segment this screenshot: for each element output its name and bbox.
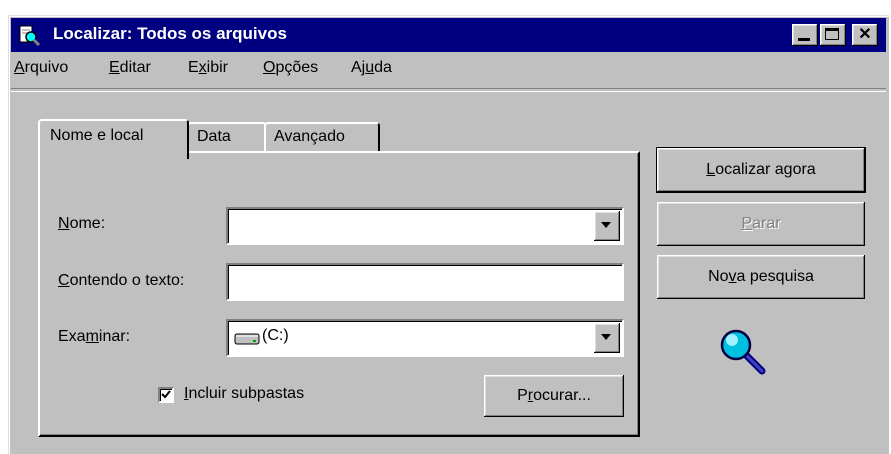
- tab-label: Data: [197, 128, 231, 145]
- magnifying-glass-icon: [720, 329, 766, 375]
- tab-panel-nome-e-local: Nome: Contendo o texto: Examinar: (C:) I…: [38, 151, 640, 437]
- accel-key: L: [706, 161, 716, 178]
- tab-label: Avançado: [274, 128, 345, 145]
- label-text: a pesquisa: [736, 268, 814, 285]
- contendo-label: Contendo o texto:: [58, 272, 184, 290]
- menu-arquivo[interactable]: Arquivo: [14, 59, 68, 77]
- tab-label: Nome e local: [50, 127, 144, 144]
- accel-key: x: [198, 59, 207, 76]
- localizar-agora-button[interactable]: Localizar agora: [656, 147, 866, 193]
- menu-label: pções: [275, 59, 319, 76]
- maximize-icon: [825, 28, 839, 40]
- parar-button[interactable]: Parar: [657, 202, 865, 246]
- accel-key: A: [14, 59, 25, 76]
- incluir-subpastas-label[interactable]: Incluir subpastas: [184, 385, 304, 403]
- close-button[interactable]: ✕: [852, 24, 878, 46]
- menu-exibir[interactable]: Exibir: [188, 59, 228, 77]
- label-text: Exa: [58, 328, 86, 345]
- localizar-agora-label: Localizar agora: [657, 161, 865, 179]
- menu-editar[interactable]: Editar: [109, 59, 151, 77]
- contendo-texto-input[interactable]: [226, 263, 624, 301]
- label-text: P: [517, 387, 528, 404]
- menu-ajuda[interactable]: Ajuda: [351, 59, 392, 77]
- minimize-button[interactable]: [792, 24, 818, 46]
- hard-drive-icon: [234, 333, 260, 345]
- accel-key: u: [365, 59, 375, 76]
- tab-nome-e-local[interactable]: Nome e local: [38, 119, 189, 159]
- label-text: ocalizar agora: [715, 161, 816, 178]
- parar-label: Parar: [657, 215, 865, 233]
- incluir-subpastas-checkbox[interactable]: [158, 387, 174, 403]
- label-text: ontendo o texto:: [69, 272, 185, 289]
- label-text: ocurar...: [533, 387, 591, 404]
- examinar-value: (C:): [262, 327, 289, 344]
- minimize-icon: [798, 38, 810, 41]
- menu-label: da: [374, 59, 392, 76]
- tab-data[interactable]: Data: [187, 122, 267, 154]
- label-text: inar:: [98, 328, 131, 345]
- menu-label: rquivo: [24, 59, 69, 76]
- accel-key: P: [741, 215, 753, 232]
- window-title: Localizar: Todos os arquivos: [53, 24, 287, 43]
- title-bar[interactable]: Localizar: Todos os arquivos ✕: [11, 18, 886, 52]
- examinar-label: Examinar:: [58, 328, 130, 346]
- accel-key: E: [109, 59, 120, 76]
- nome-dropdown-button[interactable]: [594, 211, 620, 241]
- nova-pesquisa-label: Nova pesquisa: [657, 268, 865, 286]
- menu-separator: [11, 88, 886, 92]
- chevron-down-icon: [601, 334, 611, 340]
- label-text: No: [708, 268, 729, 285]
- label-text: arar: [752, 215, 781, 232]
- procurar-label: Procurar...: [484, 387, 624, 405]
- maximize-button[interactable]: [820, 24, 846, 46]
- menu-label: E: [188, 59, 199, 76]
- menu-label: ditar: [119, 59, 151, 76]
- menu-label: ibir: [206, 59, 229, 76]
- examinar-combobox[interactable]: (C:): [226, 319, 624, 357]
- accel-key: N: [58, 215, 70, 232]
- nome-label: Nome:: [58, 215, 105, 233]
- nome-combobox[interactable]: [226, 207, 624, 245]
- menu-opcoes[interactable]: Opções: [263, 59, 318, 77]
- accel-key: O: [263, 59, 276, 76]
- examinar-dropdown-button[interactable]: [594, 323, 620, 353]
- tab-avancado[interactable]: Avançado: [264, 122, 380, 154]
- check-icon: [161, 390, 171, 399]
- label-text: ome:: [69, 215, 106, 232]
- close-icon: ✕: [858, 26, 872, 43]
- procurar-button[interactable]: Procurar...: [484, 375, 624, 417]
- find-window: Localizar: Todos os arquivos ✕ Arquivo E…: [8, 15, 889, 454]
- menu-label: Aj: [351, 59, 366, 76]
- nova-pesquisa-button[interactable]: Nova pesquisa: [657, 255, 865, 299]
- accel-key: m: [85, 328, 99, 345]
- chevron-down-icon: [601, 222, 611, 228]
- accel-key: C: [58, 272, 70, 289]
- accel-key: v: [728, 268, 737, 285]
- label-text: ncluir subpastas: [188, 385, 305, 402]
- search-flashlight-icon: [19, 25, 41, 46]
